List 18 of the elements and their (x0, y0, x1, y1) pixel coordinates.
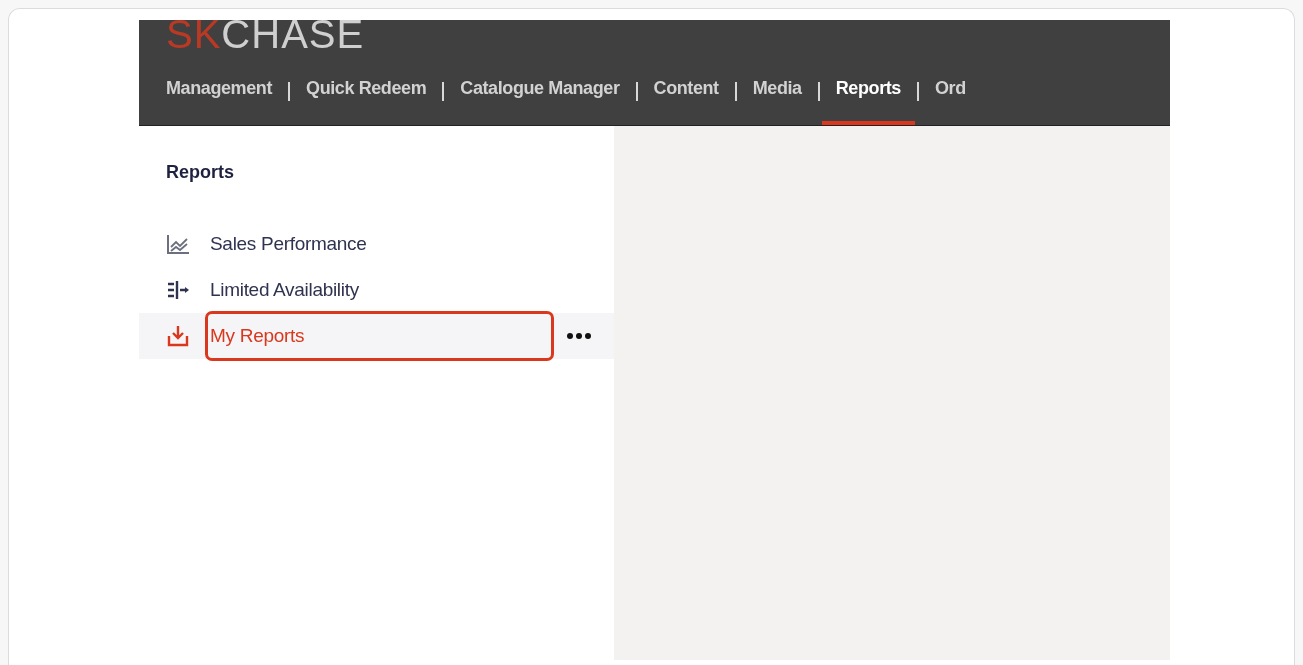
nav-tab[interactable]: Media (738, 72, 816, 125)
sidebar-item[interactable]: Limited Availability (139, 267, 614, 313)
nav-tab[interactable]: Quick Redeem (292, 72, 441, 125)
nav-tab[interactable]: Management (152, 72, 287, 125)
sidebar-title: Reports (166, 162, 235, 183)
line-chart-icon (166, 233, 190, 255)
nav-tab[interactable]: Catalogue Manager (446, 72, 634, 125)
nav-tab[interactable]: Content (639, 72, 733, 125)
more-icon[interactable] (566, 332, 592, 340)
sidebar-item-label: My Reports (210, 325, 305, 347)
sidebar-item[interactable]: My Reports (139, 313, 614, 359)
sidebar-item-label: Limited Availability (210, 279, 359, 301)
sidebar-item[interactable]: Sales Performance (139, 221, 614, 267)
sliders-icon (166, 279, 190, 301)
download-tray-icon (166, 325, 190, 347)
logo: SKCHASE (166, 20, 365, 50)
nav-tab[interactable]: Ord (920, 72, 980, 125)
sidebar-item-label: Sales Performance (210, 233, 367, 255)
